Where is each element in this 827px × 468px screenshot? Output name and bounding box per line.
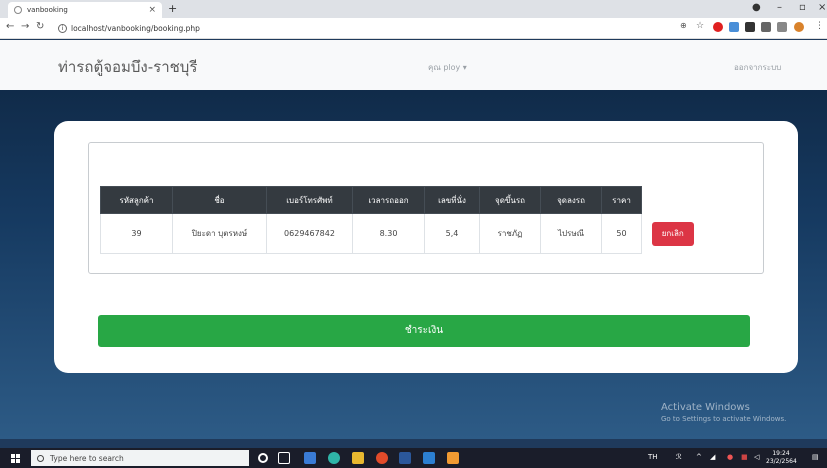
app-icon[interactable] [304,452,316,464]
activate-windows-watermark: Activate Windows Go to Settings to activ… [661,402,786,423]
col-header: เบอร์โทรศัพท์ [266,186,353,214]
site-brand[interactable]: ท่ารถตู้จอมบึง-ราชบุรี [58,55,197,79]
cell-action: ยกเลิก [642,214,704,254]
avatar[interactable] [794,22,804,32]
tray-app-icon[interactable]: ● [727,453,733,461]
back-icon[interactable]: ← [6,21,14,32]
taskbar-search-field[interactable]: Type here to search [31,450,249,466]
col-header-action [641,186,704,214]
cancel-button[interactable]: ยกเลิก [651,221,694,246]
col-header: จุดลงรถ [540,186,602,214]
screen: vanbooking × + ● – ▫ × ← → ↻ i localhost… [0,0,827,468]
col-header: รหัสลูกค้า [100,186,173,214]
col-header: ชื่อ [172,186,267,214]
tray-chevron-icon[interactable]: ^ [696,453,702,461]
people-icon[interactable]: ℛ [676,453,682,461]
site-navbar: ท่ารถตู้จอมบึง-ราชบุรี คุณ ploy ▾ ออกจาก… [0,40,827,90]
logout-link[interactable]: ออกจากระบบ [734,61,781,74]
profile-dot-icon[interactable]: ● [752,2,761,13]
table-header-row: รหัสลูกค้า ชื่อ เบอร์โทรศัพท์ เวลารถออก … [100,186,704,214]
page-body: ท่ารถตู้จอมบึง-ราชบุรี คุณ ploy ▾ ออกจาก… [0,40,827,439]
url-field[interactable]: i localhost/vanbooking/booking.php [58,21,658,36]
puzzle-icon[interactable] [745,22,755,32]
user-dropdown[interactable]: คุณ ploy ▾ [428,61,467,74]
playlist-icon[interactable] [777,22,787,32]
network-icon[interactable]: ◢ [710,453,715,461]
star-icon[interactable]: ☆ [696,21,704,31]
search-icon [37,454,44,462]
booking-table-panel: รหัสลูกค้า ชื่อ เบอร์โทรศัพท์ เวลารถออก … [88,142,764,274]
booking-card: รหัสลูกค้า ชื่อ เบอร์โทรศัพท์ เวลารถออก … [54,121,798,373]
browser-tab[interactable]: vanbooking × [8,2,162,18]
taskbar-clock[interactable]: 19:24 23/2/2564 [766,450,797,466]
windows-start-icon[interactable] [11,454,20,463]
cell-customer-id: 39 [100,213,173,254]
globe-icon [14,6,22,14]
booking-table: รหัสลูกค้า ชื่อ เบอร์โทรศัพท์ เวลารถออก … [100,186,704,254]
maximize-icon[interactable]: ▫ [799,2,806,13]
word-icon[interactable] [399,452,411,464]
watermark-title: Activate Windows [661,402,750,413]
cell-departure-time: 8.30 [352,213,425,254]
zoom-icon[interactable]: ⊕ [680,21,687,30]
cell-name: ปิยะดา บุตรหงษ์ [172,213,267,254]
watermark-subtitle: Go to Settings to activate Windows. [661,415,787,423]
cell-seat-number: 5,4 [424,213,480,254]
volume-icon[interactable]: ◁ [754,453,759,461]
minimize-icon[interactable]: – [777,2,782,13]
clock-time: 19:24 [772,450,790,457]
col-header: เวลารถออก [352,186,425,214]
cell-dropoff: ไปรษณี [540,213,602,254]
browser-app-icon[interactable] [376,452,388,464]
new-tab-button[interactable]: + [168,2,177,15]
forward-icon[interactable]: → [21,21,29,32]
edge-icon[interactable] [328,452,340,464]
opera-extension-icon[interactable] [713,22,723,32]
reload-icon[interactable]: ↻ [36,21,44,32]
notification-icon[interactable]: ▤ [812,453,819,461]
browser-tab-bar: vanbooking × + ● – ▫ × [0,0,827,18]
cortana-icon[interactable] [258,453,268,463]
vscode-icon[interactable] [423,452,435,464]
file-explorer-icon[interactable] [352,452,364,464]
cell-phone: 0629467842 [266,213,353,254]
tray-app2-icon[interactable]: ■ [741,453,748,461]
col-header: จุดขึ้นรถ [479,186,541,214]
windows-taskbar: Type here to search TH ℛ ^ ◢ ● ■ ◁ 19:24… [0,448,827,468]
table-row: 39 ปิยะดา บุตรหงษ์ 0629467842 8.30 5,4 ร… [100,213,704,254]
clock-date: 23/2/2564 [766,458,797,465]
cell-price: 50 [601,213,642,254]
info-icon[interactable]: i [58,24,67,33]
pay-button[interactable]: ชำระเงิน [98,315,750,347]
xampp-icon[interactable] [447,452,459,464]
tab-title: vanbooking [27,6,68,14]
language-indicator[interactable]: TH [648,453,658,461]
download-icon[interactable] [761,22,771,32]
url-text: localhost/vanbooking/booking.php [71,24,200,33]
address-bar: ← → ↻ i localhost/vanbooking/booking.php… [0,18,827,39]
extension-icon[interactable] [729,22,739,32]
cell-pickup: ราชภัฏ [479,213,541,254]
col-header: ราคา [601,186,642,214]
close-icon[interactable]: × [818,2,826,13]
col-header: เลขที่นั่ง [424,186,480,214]
task-view-icon[interactable] [278,452,290,464]
tab-close-button[interactable]: × [148,5,156,15]
search-placeholder: Type here to search [50,453,124,463]
menu-icon[interactable]: ⋮ [815,21,824,31]
